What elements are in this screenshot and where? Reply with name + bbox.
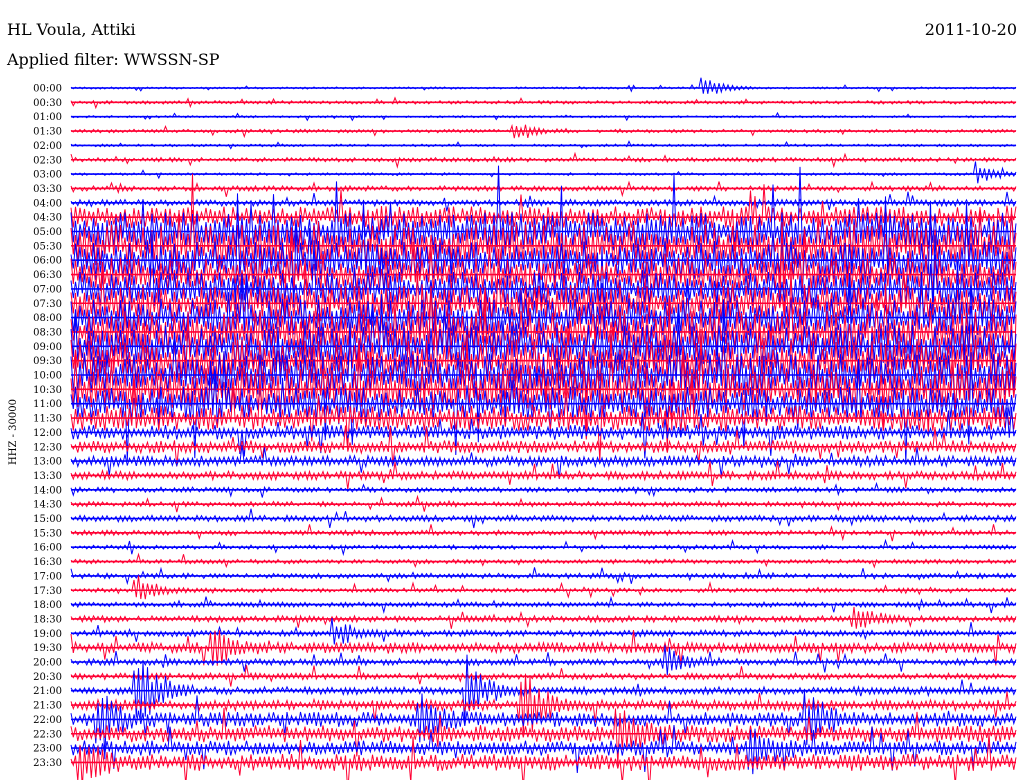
time-tick-label: 15:30 (33, 528, 62, 539)
time-tick-label: 16:30 (33, 557, 62, 568)
time-tick-label: 10:00 (33, 371, 62, 382)
time-tick-label: 13:00 (33, 457, 62, 468)
trace-line (70, 191, 1017, 212)
time-tick-label: 16:00 (33, 543, 62, 554)
time-tick-label: 19:30 (33, 643, 62, 654)
time-tick-label: 17:00 (33, 571, 62, 582)
time-tick-label: 03:00 (33, 170, 62, 181)
time-tick-label: 08:00 (33, 313, 62, 324)
time-tick-label: 21:00 (33, 686, 62, 697)
time-tick-label: 10:30 (33, 385, 62, 396)
time-tick-label: 05:00 (33, 227, 62, 238)
trace-line (70, 733, 1017, 780)
time-tick-label: 20:00 (33, 658, 62, 669)
time-tick-label: 01:00 (33, 112, 62, 123)
time-tick-label: 15:00 (33, 514, 62, 525)
seismic-traces (70, 77, 1017, 780)
trace-line (70, 606, 1017, 629)
time-tick-label: 05:30 (33, 241, 62, 252)
time-tick-label: 14:00 (33, 485, 62, 496)
trace-line (70, 77, 1017, 94)
time-tick-label: 11:00 (33, 399, 62, 410)
time-tick-label: 04:30 (33, 213, 62, 224)
time-tick-label: 17:30 (33, 586, 62, 597)
time-tick-label: 00:30 (33, 98, 62, 109)
time-tick-label: 19:00 (33, 629, 62, 640)
time-tick-label: 09:30 (33, 356, 62, 367)
time-tick-label: 06:00 (33, 256, 62, 267)
time-tick-label: 01:30 (33, 127, 62, 138)
time-tick-label: 07:30 (33, 299, 62, 310)
time-tick-label: 11:30 (33, 414, 62, 425)
time-tick-label: 08:30 (33, 327, 62, 338)
trace-line (70, 161, 1017, 184)
time-tick-label: 18:30 (33, 614, 62, 625)
time-tick-labels: 00:00 00:30 01:00 01:30 02:00 02:30 03:00 03:30… (33, 84, 62, 769)
trace-line (70, 552, 1017, 569)
time-tick-label: 12:00 (33, 428, 62, 439)
time-tick-label: 18:00 (33, 600, 62, 611)
time-tick-label: 20:30 (33, 672, 62, 683)
time-tick-label: 04:00 (33, 198, 62, 209)
time-tick-label: 07:00 (33, 284, 62, 295)
trace-line (70, 673, 1017, 734)
time-tick-label: 14:30 (33, 500, 62, 511)
time-tick-label: 12:30 (33, 442, 62, 453)
time-tick-label: 06:30 (33, 270, 62, 281)
time-tick-label: 21:30 (33, 701, 62, 712)
time-tick-label: 23:00 (33, 744, 62, 755)
time-tick-label: 03:30 (33, 184, 62, 195)
time-tick-label: 02:00 (33, 141, 62, 152)
time-tick-label: 02:30 (33, 155, 62, 166)
time-tick-label: 22:30 (33, 729, 62, 740)
time-tick-label: 13:30 (33, 471, 62, 482)
time-tick-label: 23:30 (33, 758, 62, 769)
trace-line (70, 351, 1017, 463)
y-axis-label: HHZ - 30000 (8, 399, 19, 465)
time-tick-label: 09:00 (33, 342, 62, 353)
time-tick-label: 22:00 (33, 715, 62, 726)
time-tick-label: 00:00 (33, 84, 62, 95)
helicorder-plot: HHZ - 30000 00:00 00:30 01:00 01:30 02:00 02:… (8, 77, 1017, 780)
